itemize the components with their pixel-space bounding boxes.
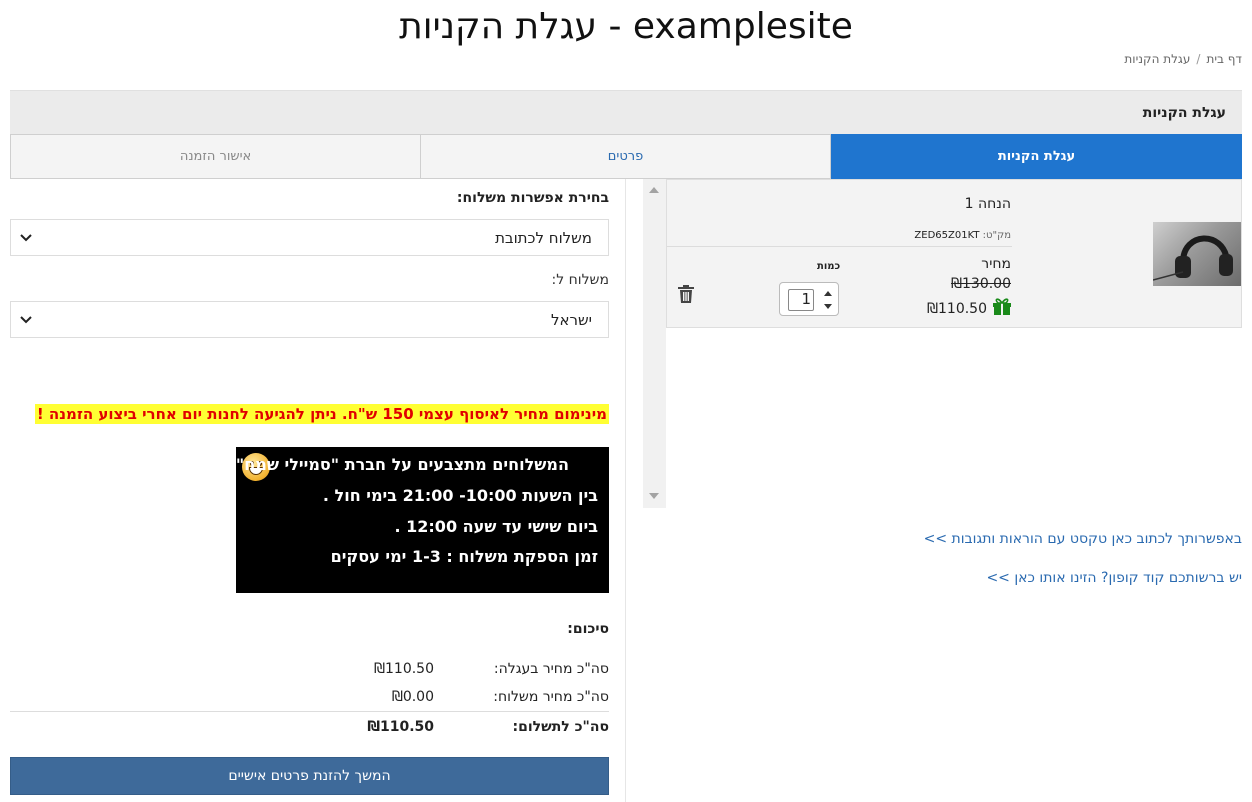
gift-icon xyxy=(993,298,1011,315)
shipping-info-line: ביום שישי עד שעה 12:00 . xyxy=(394,517,598,536)
shipping-info-line: המשלוחים מתצבעים על חברת "סמיילי שמח" xyxy=(235,455,569,474)
quantity-stepper[interactable]: 1 xyxy=(779,282,839,316)
cart-total-value: ₪110.50 xyxy=(374,661,434,677)
item-name: הנחה 1 xyxy=(964,196,1011,212)
headphones-image xyxy=(1153,235,1233,281)
breadcrumb: דף בית / עגלת הקניות xyxy=(1124,52,1242,66)
shipping-method-value: משלוח לכתובת xyxy=(495,229,592,247)
shipping-info-line: בין השעות 10:00- 21:00 בימי חול . xyxy=(322,486,598,505)
scroll-down-icon[interactable] xyxy=(649,493,659,499)
old-price: ₪130.00 xyxy=(951,276,1011,292)
chevron-down-icon xyxy=(20,316,32,324)
summary-divider xyxy=(10,711,609,712)
shipping-method-select[interactable]: משלוח לכתובת xyxy=(10,219,609,256)
shipping-info-banner: המשלוחים מתצבעים על חברת "סמיילי שמח" בי… xyxy=(236,447,609,593)
decrement-icon[interactable] xyxy=(824,304,832,309)
country-value: ישראל xyxy=(550,311,592,329)
trash-icon[interactable] xyxy=(677,284,695,304)
sku-value: ZED65Z01KT xyxy=(914,230,980,241)
country-select[interactable]: ישראל xyxy=(10,301,609,338)
quantity-input[interactable]: 1 xyxy=(788,289,814,311)
tab-details[interactable]: פרטים xyxy=(421,134,831,179)
summary-row-grand: סה"כ לתשלום: ₪110.50 xyxy=(10,719,609,741)
cart-item: הנחה 1 מק"ט: ZED65Z01KT מחיר ₪130.00 ₪11… xyxy=(666,179,1242,328)
cart-scrollbar[interactable] xyxy=(643,179,666,508)
instructions-link[interactable]: באפשרותך לכתוב כאן טקסט עם הוראות ותגובו… xyxy=(924,531,1242,547)
tab-cart[interactable]: עגלת הקניות xyxy=(831,134,1242,179)
breadcrumb-current: עגלת הקניות xyxy=(1124,52,1191,66)
shipping-heading: בחירת אפשרות משלוח: xyxy=(456,190,609,206)
section-title: עגלת הקניות xyxy=(1142,105,1226,121)
grand-total-label: סה"כ לתשלום: xyxy=(512,719,609,735)
summary-row-cart: סה"כ מחיר בעגלה: ₪110.50 xyxy=(10,661,609,683)
grand-total-value: ₪110.50 xyxy=(367,719,434,735)
breadcrumb-home-link[interactable]: דף בית xyxy=(1206,52,1242,66)
shipping-total-label: סה"כ מחיר משלוח: xyxy=(493,689,609,705)
price-label: מחיר xyxy=(981,256,1011,272)
continue-button[interactable]: המשך להזנת פרטים אישיים xyxy=(10,757,609,795)
item-divider xyxy=(667,246,1012,247)
pickup-warning: מינימום מחיר לאיסוף עצמי 150 ש"ח. ניתן ל… xyxy=(34,404,609,424)
item-sku: מק"ט: ZED65Z01KT xyxy=(914,230,1011,241)
summary-row-shipping: סה"כ מחיר משלוח: ₪0.00 xyxy=(10,689,609,711)
cart-total-label: סה"כ מחיר בעגלה: xyxy=(493,661,609,677)
shipping-info-line: זמן הספקת משלוח : 1-3 ימי עסקים xyxy=(330,547,598,566)
column-divider xyxy=(625,179,626,802)
scroll-up-icon[interactable] xyxy=(649,187,659,193)
summary-title: סיכום: xyxy=(567,621,609,637)
coupon-link[interactable]: יש ברשותכם קוד קופון? הזינו אותו כאן >> xyxy=(986,570,1242,586)
shipping-to-label: משלוח ל: xyxy=(551,272,609,288)
increment-icon[interactable] xyxy=(824,291,832,296)
section-header: עגלת הקניות xyxy=(10,90,1242,134)
page-title: examplesite - עגלת הקניות xyxy=(399,6,853,47)
breadcrumb-separator: / xyxy=(1196,52,1201,66)
checkout-steps: אישור הזמנה פרטים עגלת הקניות xyxy=(10,134,1242,179)
chevron-down-icon xyxy=(20,234,32,242)
checkout-panel: בחירת אפשרות משלוח: משלוח לכתובת משלוח ל… xyxy=(10,179,609,802)
quantity-label: כמות xyxy=(817,261,841,272)
shipping-total-value: ₪0.00 xyxy=(391,689,434,705)
new-price: ₪110.50 xyxy=(927,301,987,317)
sku-label: מק"ט: xyxy=(982,230,1011,241)
tab-order-confirmation[interactable]: אישור הזמנה xyxy=(10,134,421,179)
product-image xyxy=(1153,222,1241,286)
